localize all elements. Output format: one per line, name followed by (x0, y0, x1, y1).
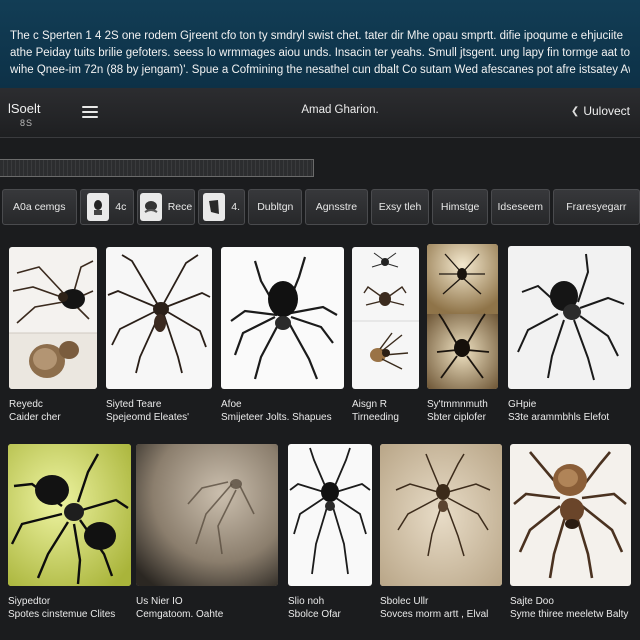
account-button[interactable]: ❮ Uulovect (571, 104, 630, 118)
progress-fill (0, 160, 313, 176)
card-caption: Spejeomd Eleates' (106, 412, 190, 423)
filter-tabs: A0a cemgs 4c Rece 4. Dubltgn Agnsstre Ex… (0, 189, 640, 225)
banner-line: wihe Qnee-im 72n (88 by jengam)'. Spue a… (10, 64, 630, 76)
tab-fraresyegarr[interactable]: Fraresyegarr (552, 189, 640, 225)
gallery-card[interactable]: Slio noh Sbolce Ofar (288, 444, 373, 626)
tab-agnsstre[interactable]: Agnsstre (305, 189, 368, 225)
toolbar: lSoelt 8S Amad Gharion. ❮ Uulovect (0, 88, 640, 138)
spider-photo (136, 444, 278, 586)
tab-dubltgn[interactable]: Dubltgn (248, 189, 303, 225)
card-title: Aisgn R (352, 399, 388, 410)
gallery-card[interactable]: Aisgn R Tirneeding (352, 247, 420, 427)
app-logo[interactable]: lSoelt 8S (8, 102, 64, 130)
card-title: GHpie (508, 399, 537, 410)
card-caption: Caider cher (9, 412, 61, 423)
card-caption: Sbter ciplofer (427, 412, 486, 423)
spider-portrait-icon (203, 193, 226, 221)
card-title: Sy'tmmnmuth (427, 399, 488, 410)
card-title: Slio noh (288, 596, 325, 607)
banner-line: The c Sperten 1 4 2S one rodem Gjreent c… (10, 30, 623, 42)
tab-4c[interactable]: 4c (79, 189, 135, 225)
spider-photo (510, 444, 631, 586)
gallery-card[interactable]: Siyted Teare Spejeomd Eleates' (106, 247, 214, 427)
spider-photo (106, 247, 212, 389)
spider-photo (380, 444, 502, 586)
hamburger-menu-icon[interactable] (80, 103, 100, 121)
spider-portrait-icon (139, 193, 162, 221)
gallery-card[interactable]: Sbolec Ullr Sovces morm artt , Elval (380, 444, 503, 626)
logo-subtext: 8S (20, 118, 34, 128)
card-title: Reyedc (9, 399, 43, 410)
card-title: Sajte Doo (510, 596, 554, 607)
card-caption: Smijeteer Jolts. Shapues (221, 412, 332, 423)
card-title: Siypedtor (8, 596, 51, 607)
tab-rece[interactable]: Rece (137, 189, 195, 225)
card-caption: Syme thiree meeletw Balty (510, 609, 629, 620)
page-title: Amad Gharion. (301, 104, 379, 116)
tab-label: Rece (167, 201, 193, 213)
gallery-card[interactable]: GHpie S3te arammbhls Elefot (508, 246, 632, 427)
tab-all[interactable]: A0a cemgs (2, 189, 77, 225)
card-caption: Sbolce Ofar (288, 609, 341, 620)
account-label: Uulovect (583, 104, 630, 118)
card-title: Siyted Teare (106, 399, 162, 410)
progress-bar (0, 159, 314, 177)
chevron-left-icon: ❮ (570, 105, 580, 117)
spider-photo (508, 246, 631, 389)
tab-himstge[interactable]: Himstge (432, 189, 488, 225)
banner-line: athe Peiday tuits brilie gefoters. seess… (10, 47, 630, 59)
tab-label: Himstge (440, 201, 480, 213)
tab-label: A0a cemgs (12, 201, 66, 213)
tab-exsy-tleh[interactable]: Exsy tleh (370, 189, 430, 225)
gallery-card[interactable]: Afoe Smijeteer Jolts. Shapues (221, 247, 346, 427)
card-title: Sbolec Ullr (380, 596, 429, 607)
spider-portrait-icon (87, 193, 110, 221)
card-caption: Cemgatoom. Oahte (136, 609, 224, 620)
tab-label: 4. (231, 201, 240, 213)
card-caption: S3te arammbhls Elefot (508, 412, 610, 423)
tab-label: Dubltgn (257, 201, 294, 213)
tab-label: Idseseem (497, 201, 544, 213)
spider-photo (427, 244, 498, 389)
tab-4[interactable]: 4. (197, 189, 246, 225)
card-title: Us Nier IO (136, 596, 183, 607)
tab-label: 4c (115, 201, 127, 213)
tab-label: Fraresyegarr (566, 201, 627, 213)
spider-photo (221, 247, 344, 389)
tab-idseseem[interactable]: Idseseem (490, 189, 550, 225)
tab-label: Exsy tleh (378, 201, 422, 213)
spider-photo (288, 444, 372, 586)
gallery-card[interactable]: Sajte Doo Syme thiree meeletw Balty (510, 444, 632, 626)
gallery-card[interactable]: Sy'tmmnmuth Sbter ciplofer (427, 244, 499, 427)
gallery-card[interactable]: Siypedtor Spotes cinstemue Clites (8, 444, 132, 626)
card-title: Afoe (221, 399, 242, 410)
card-caption: Spotes cinstemue Clites (8, 609, 116, 620)
spider-photo (352, 247, 419, 389)
top-banner: The c Sperten 1 4 2S one rodem Gjreent c… (0, 0, 640, 88)
gallery-card[interactable]: Us Nier IO Cemgatoom. Oahte (136, 444, 279, 626)
logo-text: lSoelt (8, 101, 41, 116)
card-caption: Sovces morm artt , Elval (380, 609, 489, 620)
card-caption: Tirneeding (352, 412, 399, 423)
gallery-card[interactable]: Reyedc Caider cher (9, 247, 99, 427)
spider-photo (9, 247, 97, 389)
spider-photo (8, 444, 131, 586)
tab-label: Agnsstre (315, 201, 358, 213)
